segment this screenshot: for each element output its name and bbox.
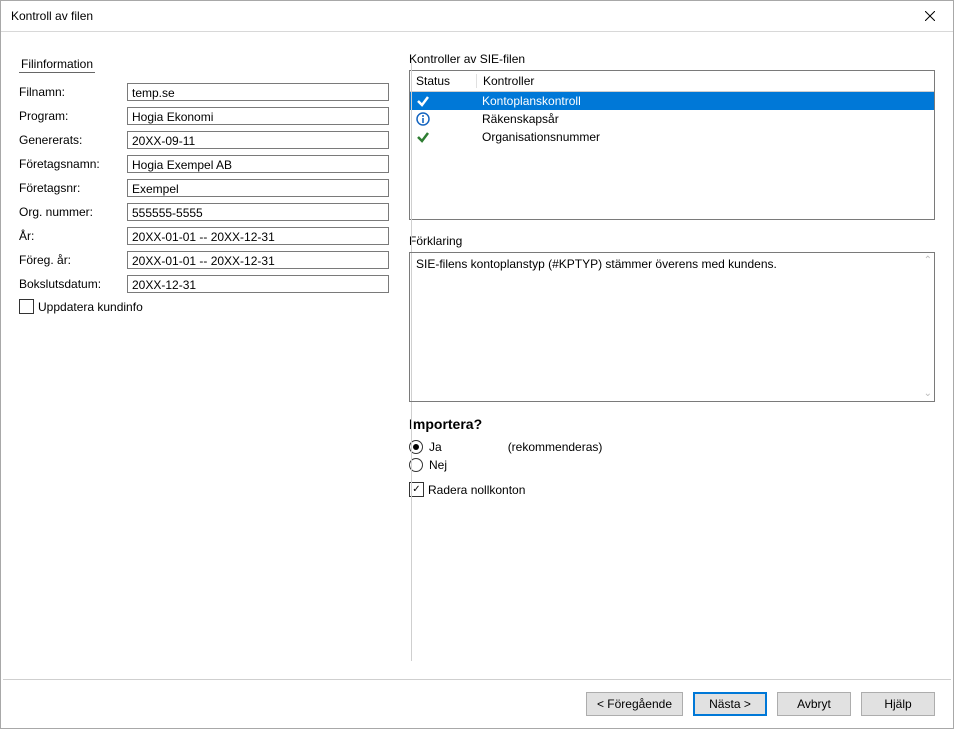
form-value[interactable]: Hogia Ekonomi <box>127 107 389 125</box>
dialog-window: Kontroll av filen Filinformation Filnamn… <box>0 0 954 729</box>
controls-list-row[interactable]: Kontoplanskontroll <box>410 92 934 110</box>
update-kundinfo-row[interactable]: Uppdatera kundinfo <box>19 299 389 314</box>
check-icon <box>416 130 430 144</box>
controls-list-row[interactable]: Räkenskapsår <box>410 110 934 128</box>
col-status: Status <box>410 74 477 88</box>
form-row: Föreg. år:20XX-01-01 -- 20XX-12-31 <box>19 251 389 269</box>
form-label: Föreg. år: <box>19 253 127 267</box>
form-row: Företagsnamn:Hogia Exempel AB <box>19 155 389 173</box>
form-value[interactable]: temp.se <box>127 83 389 101</box>
form-row: Filnamn:temp.se <box>19 83 389 101</box>
form-row: Företagsnr:Exempel <box>19 179 389 197</box>
form-label: Företagsnr: <box>19 181 127 195</box>
form-row: Bokslutsdatum:20XX-12-31 <box>19 275 389 293</box>
controls-label: Kontroller av SIE-filen <box>409 52 935 66</box>
form-label: Program: <box>19 109 127 123</box>
form-row: Genererats:20XX-09-11 <box>19 131 389 149</box>
row-status <box>410 112 476 126</box>
window-title: Kontroll av filen <box>1 9 907 23</box>
cancel-button[interactable]: Avbryt <box>777 692 851 716</box>
delete-zero-row[interactable]: ✓ Radera nollkonton <box>409 482 935 497</box>
form-value[interactable]: 20XX-12-31 <box>127 275 389 293</box>
form-value[interactable]: 20XX-01-01 -- 20XX-12-31 <box>127 251 389 269</box>
scroll-up-hint: ⌃ <box>924 255 932 266</box>
import-no-label: Nej <box>429 458 447 472</box>
controls-list-header: Status Kontroller <box>410 71 934 92</box>
form-value[interactable]: 555555-5555 <box>127 203 389 221</box>
file-info-header: Filinformation <box>19 56 95 73</box>
dialog-body: Filinformation Filnamn:temp.seProgram:Ho… <box>1 32 953 679</box>
scroll-down-hint: ⌄ <box>924 388 932 399</box>
form-value[interactable]: 20XX-09-11 <box>127 131 389 149</box>
controls-list-row[interactable]: Organisationsnummer <box>410 128 934 146</box>
controls-panel: Kontroller av SIE-filen Status Kontrolle… <box>409 52 935 669</box>
form-label: Filnamn: <box>19 85 127 99</box>
controls-listbox[interactable]: Status Kontroller Kontoplanskontroll Räke… <box>409 70 935 220</box>
row-status <box>410 94 476 108</box>
prev-button[interactable]: < Föregående <box>586 692 683 716</box>
explain-box: SIE-filens kontoplanstyp (#KPTYP) stämme… <box>409 252 935 402</box>
form-value[interactable]: Hogia Exempel AB <box>127 155 389 173</box>
import-yes-label: Ja <box>429 440 442 454</box>
next-button[interactable]: Nästa > <box>693 692 767 716</box>
form-row: Program:Hogia Ekonomi <box>19 107 389 125</box>
row-status <box>410 130 476 144</box>
import-no-row[interactable]: Nej <box>409 458 935 472</box>
close-button[interactable] <box>907 1 953 31</box>
close-icon <box>925 11 935 21</box>
info-icon <box>416 112 430 126</box>
titlebar: Kontroll av filen <box>1 1 953 32</box>
form-label: Bokslutsdatum: <box>19 277 127 291</box>
form-value[interactable]: Exempel <box>127 179 389 197</box>
update-kundinfo-label: Uppdatera kundinfo <box>38 300 143 314</box>
import-yes-row[interactable]: Ja (rekommenderas) <box>409 440 935 454</box>
form-label: År: <box>19 229 127 243</box>
delete-zero-label: Radera nollkonton <box>428 483 525 497</box>
row-name: Organisationsnummer <box>476 130 934 144</box>
form-row: År:20XX-01-01 -- 20XX-12-31 <box>19 227 389 245</box>
form-label: Genererats: <box>19 133 127 147</box>
import-heading: Importera? <box>409 416 935 432</box>
row-name: Kontoplanskontroll <box>476 94 934 108</box>
file-info-panel: Filinformation Filnamn:temp.seProgram:Ho… <box>19 52 409 669</box>
import-recommended: (rekommenderas) <box>508 440 603 454</box>
footer: < Föregående Nästa > Avbryt Hjälp <box>1 680 953 728</box>
update-kundinfo-checkbox[interactable] <box>19 299 34 314</box>
explain-label: Förklaring <box>409 234 935 248</box>
explain-text: SIE-filens kontoplanstyp (#KPTYP) stämme… <box>416 257 777 271</box>
help-button[interactable]: Hjälp <box>861 692 935 716</box>
form-value[interactable]: 20XX-01-01 -- 20XX-12-31 <box>127 227 389 245</box>
form-label: Org. nummer: <box>19 205 127 219</box>
check-icon <box>416 94 430 108</box>
row-name: Räkenskapsår <box>476 112 934 126</box>
form-label: Företagsnamn: <box>19 157 127 171</box>
col-name: Kontroller <box>477 74 934 88</box>
form-row: Org. nummer:555555-5555 <box>19 203 389 221</box>
